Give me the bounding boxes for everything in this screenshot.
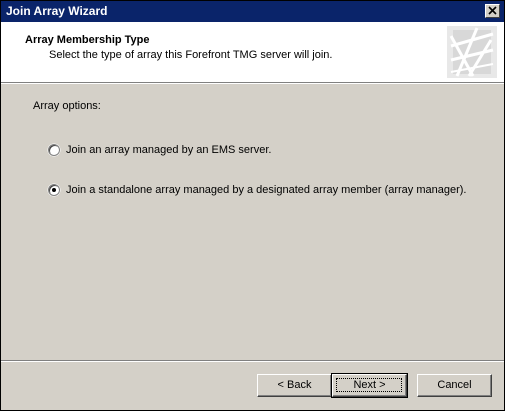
page-title: Array Membership Type	[25, 34, 150, 46]
array-options-label: Array options:	[33, 100, 101, 112]
back-button[interactable]: < Back	[257, 374, 332, 397]
title-bar[interactable]: Join Array Wizard	[1, 1, 504, 22]
close-icon	[488, 6, 497, 15]
option-standalone-array-label[interactable]: Join a standalone array managed by a des…	[66, 184, 467, 196]
window-title: Join Array Wizard	[6, 4, 108, 18]
wizard-logo-icon	[447, 26, 497, 78]
option-standalone-array[interactable]: Join a standalone array managed by a des…	[48, 183, 467, 197]
radio-selected-dot	[52, 188, 56, 192]
radio-ems-array[interactable]	[48, 144, 60, 156]
option-ems-array-label[interactable]: Join an array managed by an EMS server.	[66, 144, 271, 156]
radio-standalone-array[interactable]	[48, 184, 60, 196]
cancel-button-label: Cancel	[437, 379, 472, 391]
header-separator	[1, 82, 504, 84]
back-button-label: < Back	[277, 379, 312, 391]
cancel-button[interactable]: Cancel	[417, 374, 492, 397]
close-button[interactable]	[485, 4, 500, 18]
wizard-window: Join Array Wizard Array Membership Type …	[0, 0, 505, 411]
page-subtitle: Select the type of array this Forefront …	[49, 49, 333, 61]
footer-separator	[1, 360, 504, 362]
next-button[interactable]: Next >	[331, 373, 408, 398]
next-button-label: Next >	[353, 379, 386, 391]
wizard-header: Array Membership Type Select the type of…	[1, 22, 504, 82]
option-ems-array[interactable]: Join an array managed by an EMS server.	[48, 143, 271, 157]
